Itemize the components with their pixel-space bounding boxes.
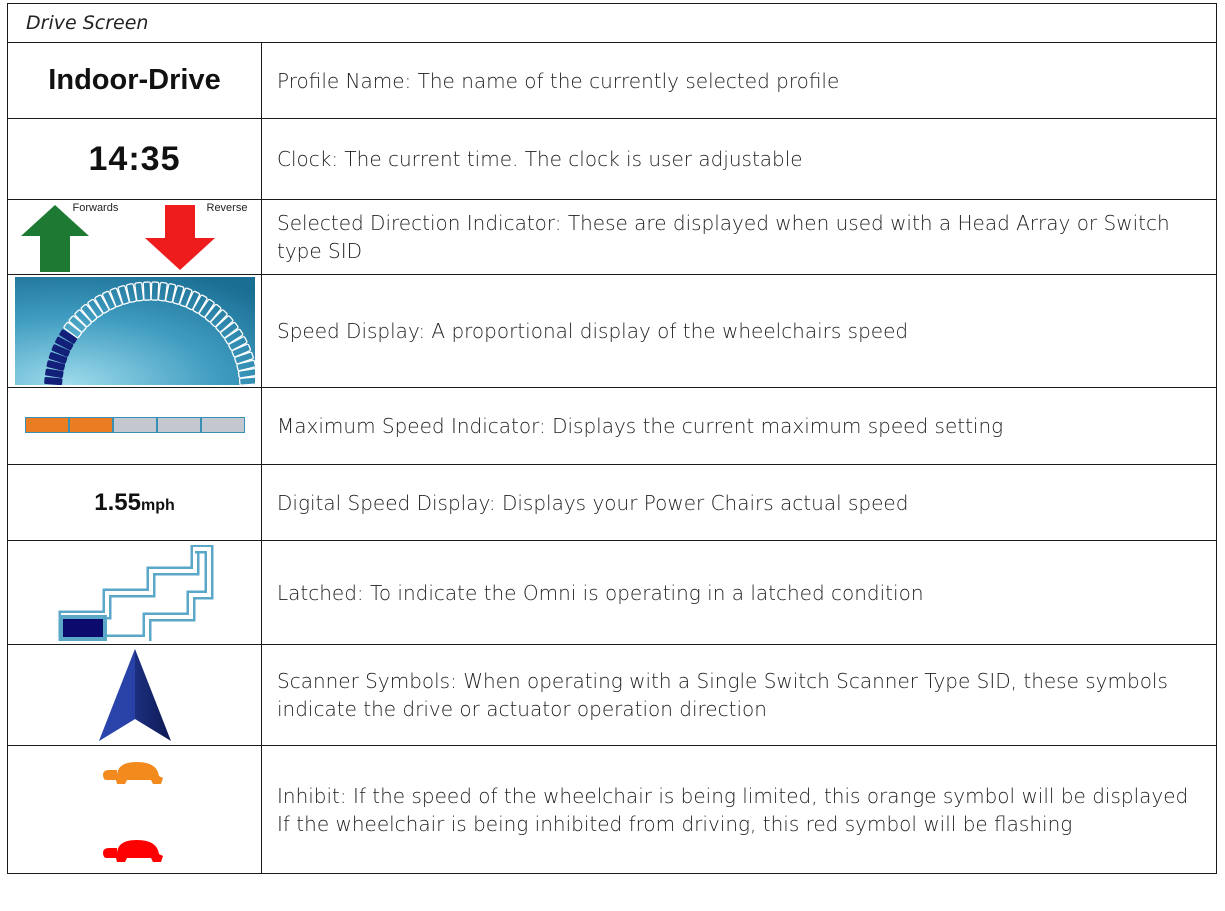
speedometer-icon [14, 277, 255, 385]
digital-speed-value: 1.55 [94, 488, 141, 516]
row-description: Digital Speed Display: Displays your Pow… [261, 464, 1217, 541]
row-description: Profile Name: The name of the currently … [261, 42, 1217, 119]
latched-block [58, 614, 107, 641]
speed-segment [201, 417, 244, 432]
row-description: Clock: The current time. The clock is us… [261, 118, 1217, 200]
digital-speed-unit: mph [140, 496, 175, 514]
row-description: Maximum Speed Indicator: Displays the cu… [261, 387, 1217, 465]
scanner-arrow-icon [98, 649, 171, 741]
profile-name-symbol: Indoor-Drive [48, 64, 221, 96]
table-row: Maximum Speed Indicator: Displays the cu… [7, 387, 1217, 465]
table-row: Forwards Reverse Selected Direction Indi… [7, 199, 1217, 275]
orange-turtle-icon [103, 761, 163, 784]
speed-segment [157, 417, 200, 432]
table-row: 1.55mph Digital Speed Display: Displays … [7, 464, 1217, 541]
inhibit-description-limited: Inhibit: If the speed of the wheelchair … [277, 783, 1189, 808]
row-description: Speed Display: A proportional display of… [261, 274, 1217, 388]
table-row: 14:35 Clock: The current time. The clock… [7, 118, 1217, 200]
row-description: Selected Direction Indicator: These are … [261, 199, 1217, 275]
row-description: Scanner Symbols: When operating with a S… [261, 644, 1217, 746]
digital-speed-symbol: 1.55mph [94, 489, 175, 516]
table-title: Drive Screen [26, 12, 149, 34]
speed-segment [113, 417, 156, 432]
table-row: Scanner Symbols: When operating with a S… [7, 644, 1217, 746]
red-turtle-icon [103, 839, 163, 862]
reverse-label: Reverse [206, 202, 248, 214]
drive-screen-table: Drive Screen Indoor-Drive Profile Name: … [7, 3, 1217, 874]
forward-arrow-icon [20, 205, 89, 272]
speed-segment [25, 417, 68, 432]
forwards-label: Forwards [72, 202, 119, 214]
inhibit-description-flashing: If the wheelchair is being inhibited fro… [277, 811, 1073, 836]
table-row: Indoor-Drive Profile Name: The name of t… [7, 42, 1217, 119]
direction-arrows-icon: Forwards Reverse [15, 202, 255, 272]
table-header-row: Drive Screen [7, 3, 1217, 43]
row-description: Latched: To indicate the Omni is operati… [261, 540, 1217, 645]
speed-segment [69, 417, 112, 432]
reverse-arrow-icon [144, 205, 215, 270]
max-speed-bar-icon [24, 416, 245, 433]
table-row: Latched: To indicate the Omni is operati… [7, 540, 1217, 645]
latched-stairs-icon [58, 544, 213, 641]
table-row: Speed Display: A proportional display of… [7, 274, 1217, 388]
clock-symbol: 14:35 [88, 139, 181, 178]
row-description: Inhibit: If the speed of the wheelchair … [261, 745, 1217, 874]
table-row: Inhibit: If the speed of the wheelchair … [7, 745, 1217, 874]
